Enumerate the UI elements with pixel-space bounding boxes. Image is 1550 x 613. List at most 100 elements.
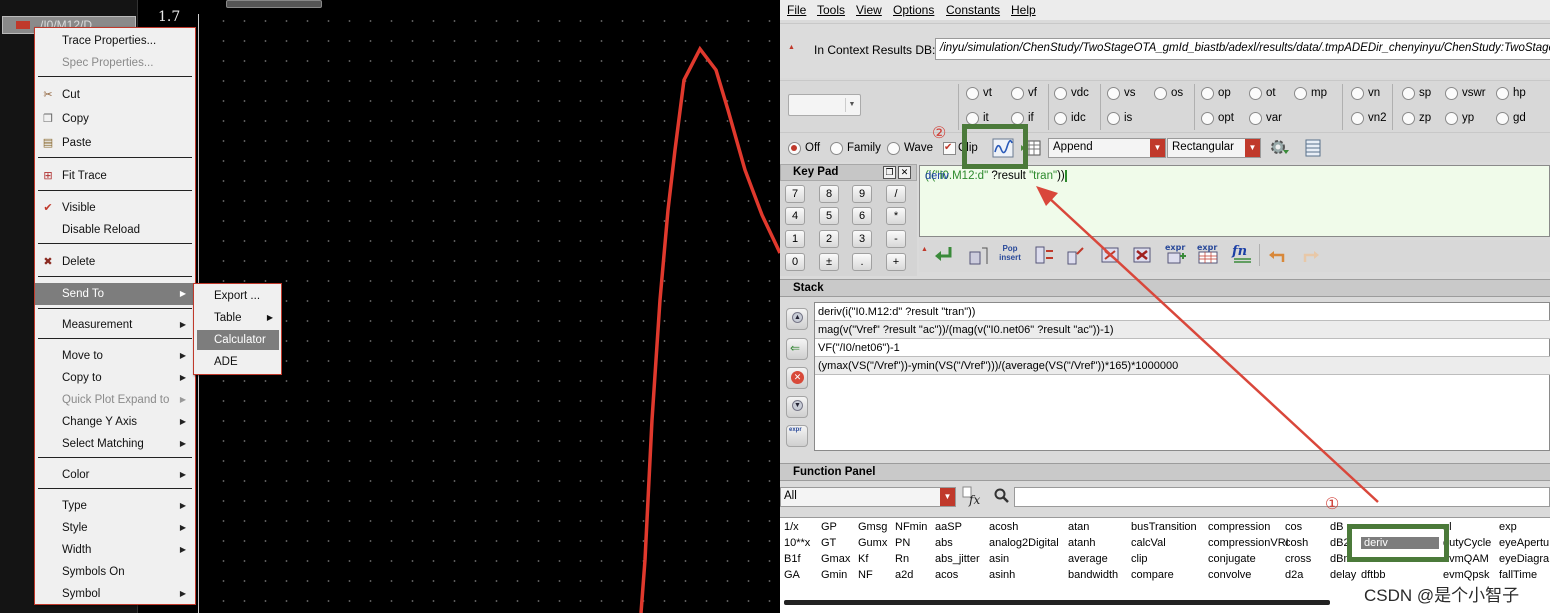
key-plus-minus[interactable]: ± xyxy=(819,253,839,271)
stack-up-button[interactable]: ▲ xyxy=(786,308,808,330)
function-item-asin[interactable]: asin xyxy=(989,553,1009,565)
radio-off[interactable]: Off xyxy=(788,140,820,156)
key-plus[interactable]: + xyxy=(886,253,906,271)
menu-width[interactable]: Width ▶ xyxy=(35,540,195,560)
function-item-busTransition[interactable]: busTransition xyxy=(1131,521,1197,533)
stack-move-icon[interactable] xyxy=(1065,244,1087,266)
radio-os[interactable]: os xyxy=(1154,85,1183,101)
function-item-Gumx[interactable]: Gumx xyxy=(858,537,887,549)
function-item-acos[interactable]: acos xyxy=(935,569,958,581)
submenu-calculator[interactable]: Calculator xyxy=(197,330,279,350)
key-4[interactable]: 4 xyxy=(785,207,805,225)
function-item-calcVal[interactable]: calcVal xyxy=(1131,537,1166,549)
function-item-GT[interactable]: GT xyxy=(821,537,836,549)
function-item-evmQAM[interactable]: evmQAM xyxy=(1443,553,1489,565)
menu-copy-to[interactable]: Copy to ▶ xyxy=(35,368,195,388)
key-divide[interactable]: / xyxy=(886,185,906,203)
radio-mp[interactable]: mp xyxy=(1294,85,1327,101)
function-item-compression[interactable]: compression xyxy=(1208,521,1270,533)
function-item-Rn[interactable]: Rn xyxy=(895,553,909,565)
radio-yp[interactable]: yp xyxy=(1445,110,1474,126)
radio-hp[interactable]: hp xyxy=(1496,85,1526,101)
radio-family[interactable]: Family xyxy=(830,140,881,156)
swap-icon[interactable] xyxy=(1033,244,1055,266)
radio-zp[interactable]: zp xyxy=(1402,110,1431,126)
function-grid-scrollbar[interactable] xyxy=(784,600,1330,605)
submenu-export[interactable]: Export ... xyxy=(197,286,279,306)
function-item-analog2Digital[interactable]: analog2Digital xyxy=(989,537,1059,549)
key-0[interactable]: 0 xyxy=(785,253,805,271)
evaluate-enter-icon[interactable] xyxy=(933,244,955,266)
function-item-NFmin[interactable]: NFmin xyxy=(895,521,927,533)
menu-symbol[interactable]: Symbol ▶ xyxy=(35,584,195,604)
function-item-Gmsg[interactable]: Gmsg xyxy=(858,521,887,533)
function-item-delay[interactable]: delay xyxy=(1330,569,1356,581)
database-icon[interactable] xyxy=(1302,137,1324,159)
signal-type-combo[interactable]: ▼ xyxy=(788,94,861,116)
function-item-PN[interactable]: PN xyxy=(895,537,910,549)
function-item-conjugate[interactable]: conjugate xyxy=(1208,553,1256,565)
redo-icon[interactable] xyxy=(1299,245,1321,267)
radio-vn2[interactable]: vn2 xyxy=(1351,110,1387,126)
function-item-abs[interactable]: abs xyxy=(935,537,953,549)
window-shape-combo[interactable]: Rectangular ▼ xyxy=(1167,138,1261,158)
function-item-Gmax[interactable]: Gmax xyxy=(821,553,850,565)
radio-wave[interactable]: Wave xyxy=(887,140,933,156)
menu-send-to[interactable]: Send To ▶ xyxy=(35,283,195,305)
key-9[interactable]: 9 xyxy=(852,185,872,203)
menu-color[interactable]: Color ▶ xyxy=(35,465,195,485)
function-item-asinh[interactable]: asinh xyxy=(989,569,1015,581)
menu-fit-trace[interactable]: ⊞ Fit Trace xyxy=(35,166,195,186)
key-8[interactable]: 8 xyxy=(819,185,839,203)
menu-change-y-axis[interactable]: Change Y Axis ▶ xyxy=(35,412,195,432)
key-6[interactable]: 6 xyxy=(852,207,872,225)
menu-tools[interactable]: Tools xyxy=(817,3,845,17)
menu-symbols-on[interactable]: Symbols On xyxy=(35,562,195,582)
function-item-fallTime[interactable]: fallTime xyxy=(1499,569,1537,581)
function-item-abs-jitter[interactable]: abs_jitter xyxy=(935,553,980,565)
function-item-convolve[interactable]: convolve xyxy=(1208,569,1251,581)
clear-stack-icon[interactable] xyxy=(1099,244,1121,266)
menu-options[interactable]: Options xyxy=(893,3,934,17)
radio-vf[interactable]: vf xyxy=(1011,85,1037,101)
key-minus[interactable]: - xyxy=(886,230,906,248)
menu-move-to[interactable]: Move to ▶ xyxy=(35,346,195,366)
function-item-1-x[interactable]: 1/x xyxy=(784,521,799,533)
function-item-aaSP[interactable]: aaSP xyxy=(935,521,962,533)
settings-gear-icon[interactable] xyxy=(1268,136,1290,158)
undo-icon[interactable] xyxy=(1267,245,1289,267)
stack-item[interactable]: mag(v("Vref" ?result "ac"))/(mag(v("I0.n… xyxy=(815,321,1550,339)
stack-expr-button[interactable]: expr xyxy=(786,425,808,447)
menu-file[interactable]: File xyxy=(787,3,806,17)
menu-view[interactable]: View xyxy=(856,3,882,17)
function-item-GA[interactable]: GA xyxy=(784,569,800,581)
function-item-B1f[interactable]: B1f xyxy=(784,553,801,565)
function-category-filter[interactable]: All ▼ xyxy=(780,487,956,507)
radio-vswr[interactable]: vswr xyxy=(1445,85,1486,101)
key-decimal[interactable]: . xyxy=(852,253,872,271)
append-combo[interactable]: Append ▼ xyxy=(1048,138,1166,158)
function-item-exp[interactable]: exp xyxy=(1499,521,1517,533)
function-item-GP[interactable]: GP xyxy=(821,521,837,533)
radio-opt[interactable]: opt xyxy=(1201,110,1234,126)
close-icon[interactable]: ✕ xyxy=(898,166,911,179)
menu-measurement[interactable]: Measurement ▶ xyxy=(35,315,195,335)
function-item-dB[interactable]: dB xyxy=(1330,521,1343,533)
expr-editor-icon[interactable]: expr xyxy=(1165,242,1187,264)
radio-is[interactable]: is xyxy=(1107,110,1132,126)
radio-vt[interactable]: vt xyxy=(966,85,992,101)
fx-icon[interactable]: fx xyxy=(962,486,986,508)
function-item-compare[interactable]: compare xyxy=(1131,569,1174,581)
menu-delete[interactable]: ✖ Delete xyxy=(35,252,195,272)
key-1[interactable]: 1 xyxy=(785,230,805,248)
function-item-dftbb[interactable]: dftbb xyxy=(1361,569,1385,581)
menu-trace-properties[interactable]: Trace Properties... xyxy=(35,31,195,51)
menu-visible[interactable]: ✔ Visible xyxy=(35,198,195,218)
radio-vs[interactable]: vs xyxy=(1107,85,1136,101)
menu-cut[interactable]: ✂ Cut xyxy=(35,85,195,105)
radio-var[interactable]: var xyxy=(1249,110,1282,126)
submenu-ade[interactable]: ADE xyxy=(197,352,279,372)
function-editor-icon[interactable]: fn xyxy=(1231,242,1253,264)
stack-item[interactable]: deriv(i("I0.M12:d" ?result "tran")) xyxy=(815,303,1550,321)
radio-sp[interactable]: sp xyxy=(1402,85,1431,101)
